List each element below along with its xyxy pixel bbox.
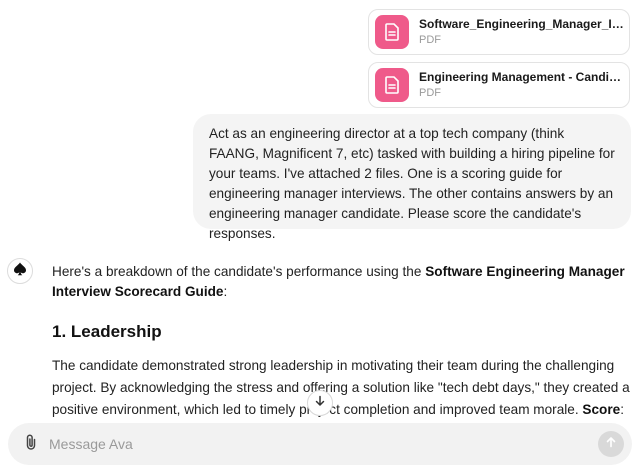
attach-button[interactable] (11, 423, 51, 465)
send-button[interactable] (598, 431, 624, 457)
assistant-avatar (7, 258, 33, 284)
attachment-card[interactable]: Software_Engineering_Manager_Int... PDF (368, 9, 630, 55)
document-icon (375, 15, 409, 49)
section-body-text: The candidate demonstrated strong leader… (52, 358, 630, 417)
assistant-message: Here's a breakdown of the candidate's pe… (52, 262, 632, 421)
arrow-down-icon (314, 394, 326, 412)
section-body: The candidate demonstrated strong leader… (52, 355, 632, 421)
document-icon (375, 68, 409, 102)
spade-icon (12, 261, 28, 282)
message-input[interactable] (49, 436, 569, 452)
answer-intro: Here's a breakdown of the candidate's pe… (52, 262, 632, 302)
section-heading: 1. Leadership (52, 322, 162, 341)
arrow-up-icon (605, 435, 617, 453)
scroll-to-bottom-button[interactable] (307, 390, 333, 416)
attachment-name: Engineering Management - Candida... (419, 70, 624, 84)
user-message-text: Act as an engineering director at a top … (209, 126, 615, 241)
score-label: Score (582, 402, 621, 417)
intro-suffix: : (223, 284, 228, 299)
message-composer (8, 423, 632, 465)
attachment-type: PDF (419, 87, 441, 99)
score-colon: : (620, 402, 624, 417)
attachment-name: Software_Engineering_Manager_Int... (419, 17, 624, 31)
paperclip-icon (24, 433, 38, 456)
attachment-card[interactable]: Engineering Management - Candida... PDF (368, 62, 630, 108)
attachment-type: PDF (419, 34, 441, 46)
user-message: Act as an engineering director at a top … (193, 114, 631, 241)
intro-text: Here's a breakdown of the candidate's pe… (52, 264, 426, 279)
